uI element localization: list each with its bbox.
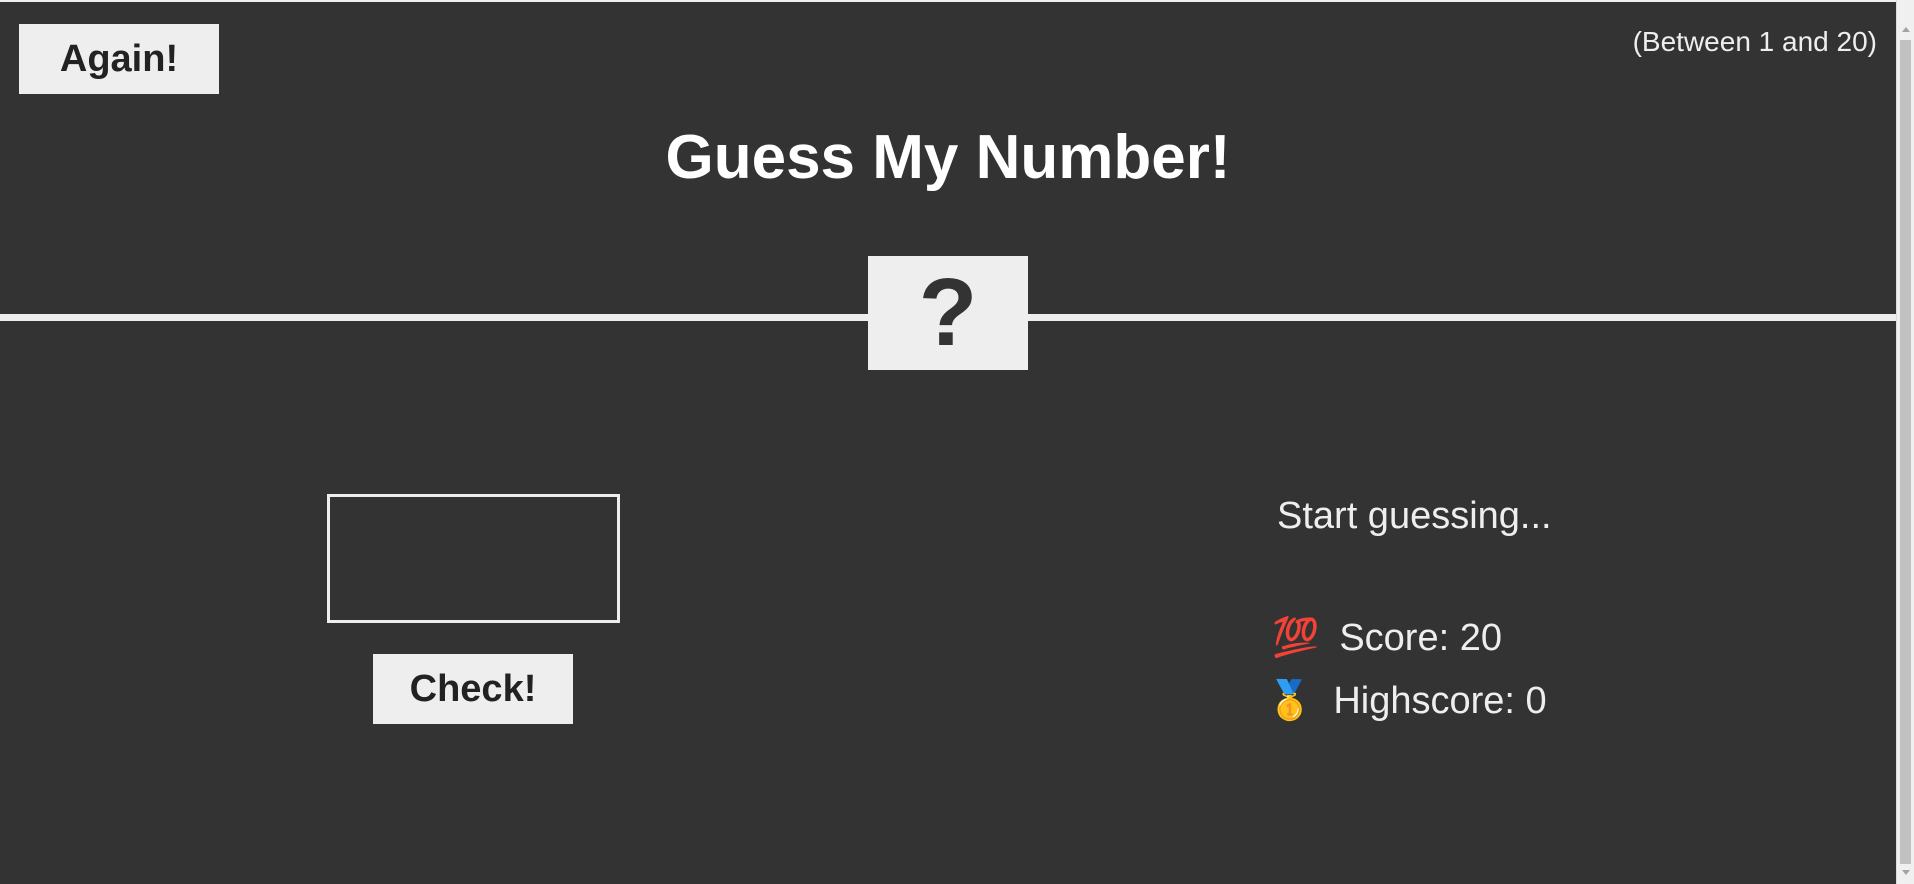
highscore-row: 🥇 Highscore: 0 — [1266, 677, 1547, 725]
medal-icon: 🥇 — [1266, 680, 1314, 722]
score-row: 💯 Score: 20 — [1272, 614, 1502, 662]
hundred-points-icon: 💯 — [1272, 617, 1320, 659]
secret-number-box: ? — [868, 256, 1028, 370]
score-label: Score: 20 — [1339, 617, 1502, 659]
scroll-down-arrow-icon[interactable] — [1902, 870, 1910, 875]
scrollbar-thumb[interactable] — [1900, 40, 1911, 864]
highscore-label: Highscore: 0 — [1333, 680, 1547, 722]
status-message: Start guessing... — [1277, 495, 1552, 537]
scroll-up-arrow-icon[interactable] — [1902, 27, 1910, 32]
range-hint: (Between 1 and 20) — [1632, 26, 1877, 57]
page-title: Guess My Number! — [665, 123, 1231, 192]
guess-input[interactable] — [327, 494, 620, 623]
check-button[interactable]: Check! — [373, 654, 573, 724]
vertical-scrollbar[interactable] — [1896, 0, 1914, 884]
game-viewport: Again! (Between 1 and 20) Guess My Numbe… — [0, 0, 1896, 884]
again-button[interactable]: Again! — [19, 24, 219, 94]
